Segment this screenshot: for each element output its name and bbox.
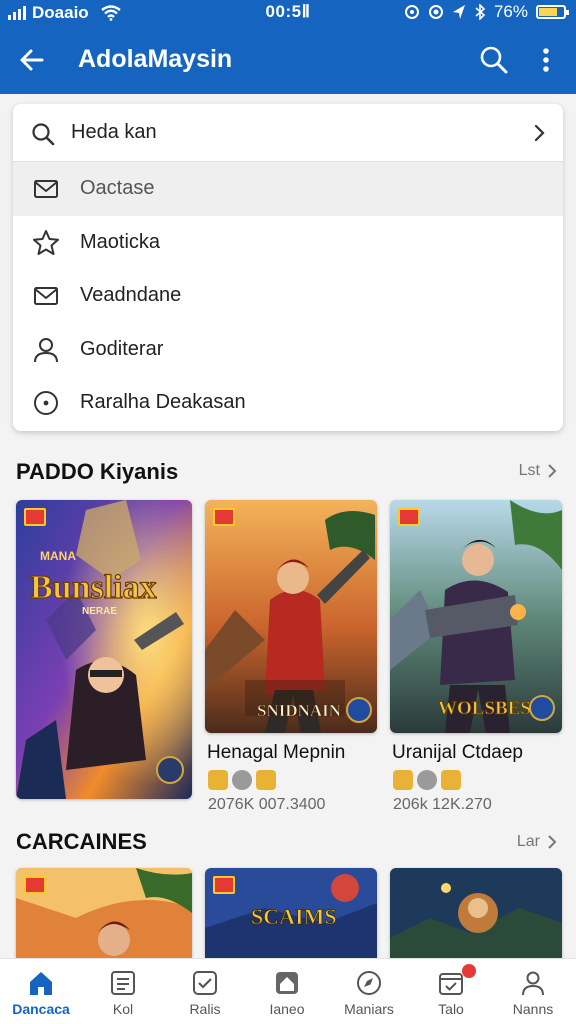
bluetooth-icon bbox=[475, 4, 486, 20]
search-icon[interactable] bbox=[476, 42, 512, 78]
coin-icon bbox=[256, 770, 276, 790]
game-card-featured[interactable]: MANA Bunsliax NERAE bbox=[16, 500, 192, 799]
alarm-icon bbox=[404, 5, 419, 19]
search-icon bbox=[32, 123, 55, 146]
bottom-navigation: Dancaca Kol Ralis Ianeo Maniars Talo Nan… bbox=[0, 958, 576, 1024]
art-title: WOLSBES bbox=[438, 698, 531, 719]
art-top-text: MANA bbox=[40, 549, 76, 563]
section-title: CARCAINES bbox=[16, 829, 147, 854]
feature-icons bbox=[208, 770, 276, 790]
status-bar: Doaaio 00:5Ⅱ 76% bbox=[0, 0, 576, 26]
coin-icon bbox=[393, 770, 413, 790]
menu-item-label: Veadndane bbox=[80, 284, 182, 306]
game-card[interactable]: SNIDNAIN bbox=[205, 500, 377, 733]
game-meta: 2076K 007.3400 bbox=[208, 796, 326, 813]
page-title: AdolaMaysin bbox=[78, 45, 233, 73]
see-all-link[interactable]: Lst bbox=[519, 462, 558, 480]
see-all-link[interactable]: Lar bbox=[517, 833, 558, 851]
nav-label: Nanns bbox=[512, 1001, 554, 1017]
see-all-label: Lst bbox=[518, 462, 540, 479]
search-dropdown: Oactase Maoticka Veadndane Goditerar Rar… bbox=[13, 104, 563, 431]
mail-icon bbox=[34, 287, 58, 305]
chevron-right-icon[interactable] bbox=[529, 122, 549, 144]
game-badge bbox=[213, 508, 235, 526]
list-icon bbox=[111, 971, 135, 995]
game-artwork: MANA Bunsliax NERAE bbox=[16, 500, 192, 799]
feature-icons bbox=[393, 770, 461, 790]
nav-item-maniars[interactable]: Maniars bbox=[328, 959, 410, 1024]
art-subtitle: NERAE bbox=[82, 606, 117, 617]
menu-item-oactase[interactable]: Oactase bbox=[13, 162, 563, 216]
coin-icon bbox=[441, 770, 461, 790]
house-icon bbox=[276, 972, 298, 994]
game-card[interactable] bbox=[390, 868, 562, 958]
nav-label: Kol bbox=[112, 1001, 134, 1017]
battery-icon bbox=[536, 5, 569, 19]
game-artwork bbox=[390, 868, 562, 958]
menu-item-goditerar[interactable]: Goditerar bbox=[13, 323, 563, 377]
game-badge bbox=[398, 508, 420, 526]
see-all-label: Lar bbox=[516, 833, 540, 850]
menu-item-label: Goditerar bbox=[80, 337, 164, 360]
menu-item-label: Raralha Deakasan bbox=[80, 391, 246, 413]
calendar-check-icon bbox=[439, 973, 463, 995]
game-badge bbox=[24, 876, 46, 894]
menu-item-maoticka[interactable]: Maoticka bbox=[13, 216, 563, 270]
game-artwork: WOLSBES bbox=[390, 500, 562, 733]
nav-label: Ralis bbox=[189, 1001, 221, 1017]
game-artwork: SNIDNAIN bbox=[205, 500, 377, 733]
app-bar: AdolaMaysin bbox=[0, 26, 576, 94]
game-title[interactable]: Uranijal Ctdaep bbox=[392, 742, 523, 764]
game-title[interactable]: Henagal Mepnin bbox=[207, 742, 345, 764]
game-badge bbox=[213, 876, 235, 894]
gear-icon bbox=[232, 770, 252, 790]
nav-item-nanns[interactable]: Nanns bbox=[492, 959, 574, 1024]
chevron-right-icon bbox=[548, 835, 557, 849]
mail-icon bbox=[34, 180, 58, 198]
person-icon bbox=[522, 971, 544, 996]
art-title: SCAIMS bbox=[251, 904, 337, 929]
back-arrow-icon[interactable] bbox=[14, 42, 50, 78]
nav-arrow-icon bbox=[452, 5, 465, 19]
game-card[interactable] bbox=[16, 868, 192, 958]
section-title: PADDO Kiyanis bbox=[16, 459, 179, 484]
location-icon bbox=[428, 5, 443, 19]
chevron-right-icon bbox=[548, 464, 557, 478]
gear-icon bbox=[417, 770, 437, 790]
check-card-icon bbox=[193, 971, 217, 995]
notification-badge bbox=[462, 964, 476, 978]
search-input[interactable] bbox=[71, 121, 491, 144]
compass-icon bbox=[34, 391, 58, 415]
menu-item-label: Maoticka bbox=[80, 230, 161, 253]
person-icon bbox=[34, 337, 58, 362]
nav-item-kol[interactable]: Kol bbox=[82, 959, 164, 1024]
menu-item-raralha-deakasan[interactable]: Raralha Deakasan bbox=[13, 376, 563, 430]
nav-item-ralis[interactable]: Ralis bbox=[164, 959, 246, 1024]
more-vert-icon[interactable] bbox=[530, 42, 562, 78]
nav-label: Dancaca bbox=[12, 1001, 70, 1017]
art-title: SNIDNAIN bbox=[257, 701, 342, 720]
nav-item-ianeo[interactable]: Ianeo bbox=[246, 959, 328, 1024]
nav-item-dancaca[interactable]: Dancaca bbox=[0, 959, 82, 1024]
game-badge bbox=[24, 508, 46, 526]
nav-label: Maniars bbox=[344, 1001, 394, 1017]
nav-label: Talo bbox=[438, 1001, 464, 1017]
home-icon bbox=[30, 972, 52, 995]
game-meta: 206k 12K.270 bbox=[393, 796, 492, 813]
menu-item-label: Oactase bbox=[80, 177, 155, 199]
art-title: Bunsliax bbox=[30, 569, 157, 606]
star-icon bbox=[33, 229, 59, 255]
nav-label: Ianeo bbox=[269, 1001, 305, 1017]
game-card[interactable]: SCAIMS bbox=[205, 868, 377, 958]
coin-icon bbox=[208, 770, 228, 790]
game-card[interactable]: WOLSBES bbox=[390, 500, 562, 733]
search-bar[interactable] bbox=[13, 104, 563, 162]
battery-percent: 76% bbox=[493, 2, 528, 21]
menu-item-veadndane[interactable]: Veadndane bbox=[13, 269, 563, 323]
nav-item-talo[interactable]: Talo bbox=[410, 959, 492, 1024]
compass-icon bbox=[357, 971, 381, 995]
